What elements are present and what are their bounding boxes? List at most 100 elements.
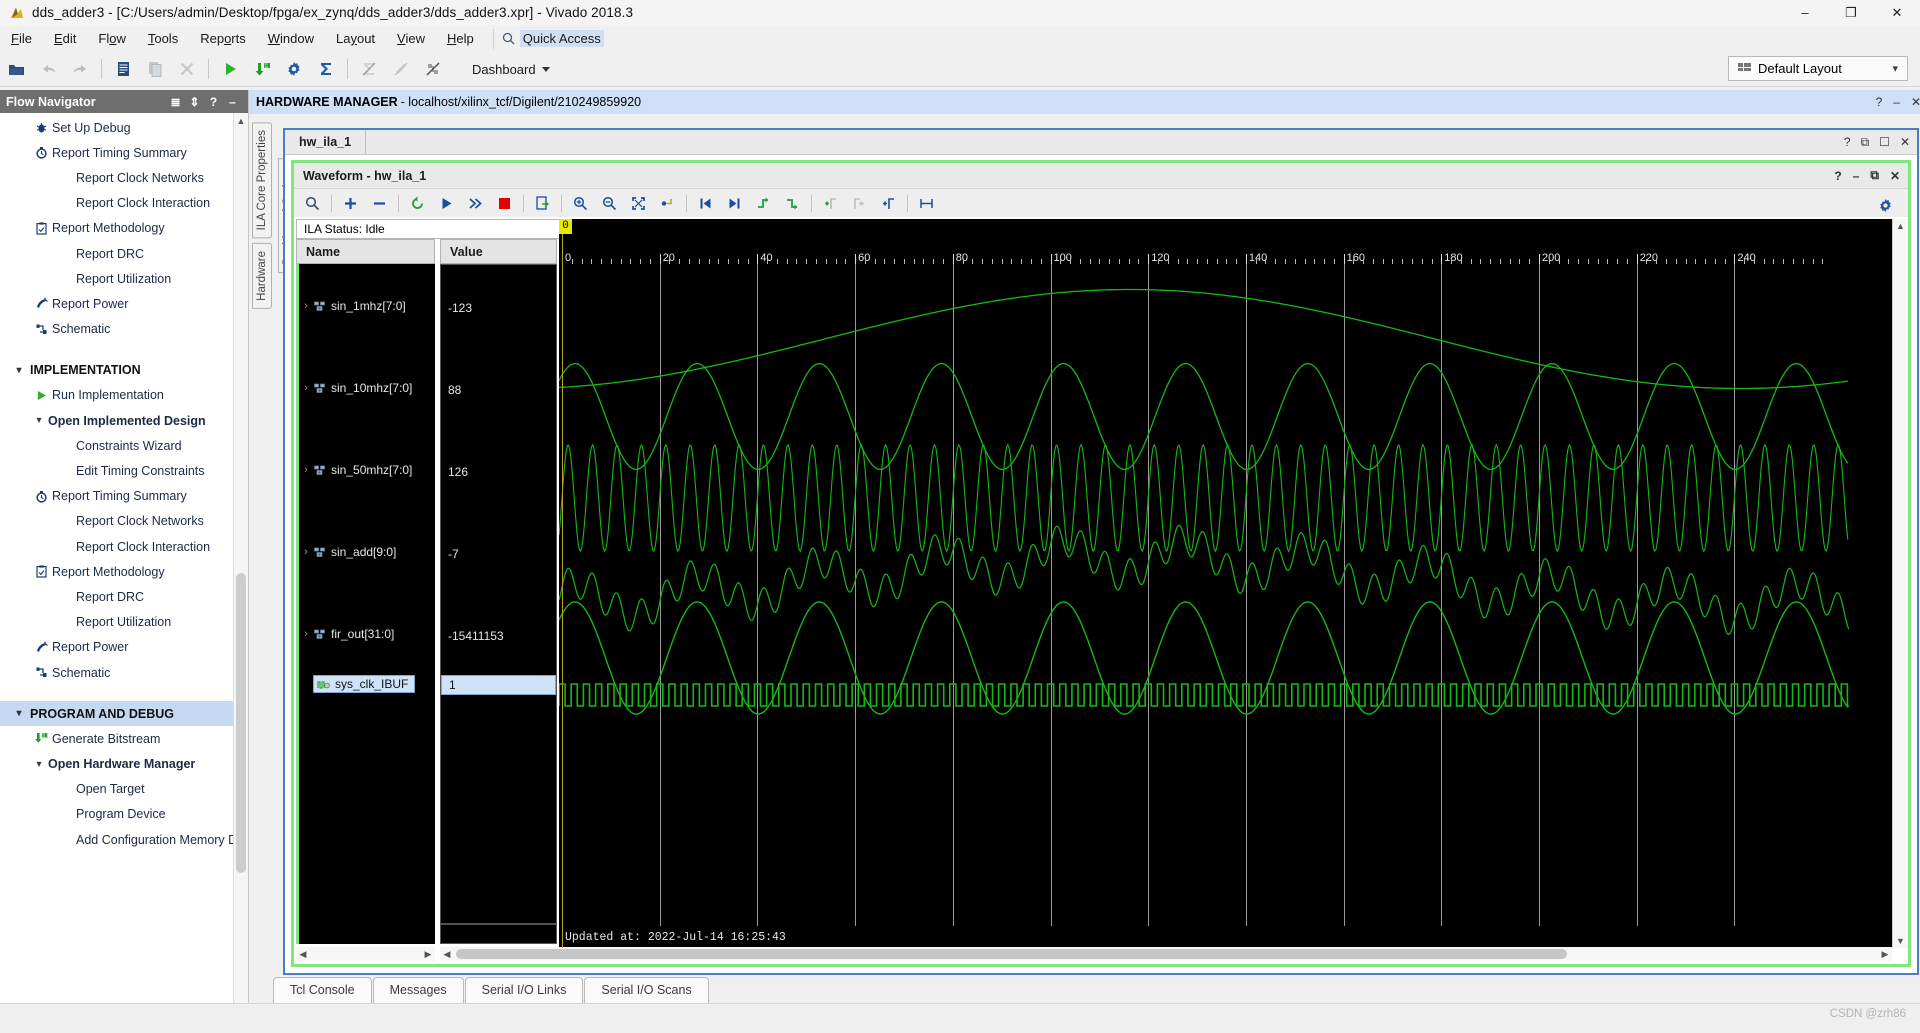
- quick-access-label[interactable]: Quick Access: [519, 30, 604, 47]
- generate-bitstream-icon[interactable]: 01 10: [247, 55, 277, 83]
- flow-nav-item-report-methodology[interactable]: Report Methodology: [0, 559, 248, 584]
- add-marker-up-icon[interactable]: [750, 191, 777, 215]
- restore-icon[interactable]: ⧉: [1870, 168, 1879, 183]
- minimize-button[interactable]: –: [1782, 0, 1828, 25]
- stop-icon[interactable]: [491, 191, 518, 215]
- waveform-hscrollbar[interactable]: ◀ ▶: [440, 947, 1892, 961]
- flow-nav-item-report-drc[interactable]: Report DRC: [0, 241, 248, 266]
- scroll-left-icon[interactable]: ◀: [440, 949, 454, 960]
- signal-row-sin_add90[interactable]: › sin_add[9:0]: [299, 542, 435, 562]
- minimize-icon[interactable]: –: [1853, 169, 1860, 183]
- no-timing-icon[interactable]: [354, 55, 384, 83]
- no-schematic-icon[interactable]: [418, 55, 448, 83]
- menu-file[interactable]: File: [0, 28, 43, 49]
- copy-icon[interactable]: [140, 55, 170, 83]
- side-tab-ila-core-properties[interactable]: ILA Core Properties: [252, 122, 272, 239]
- flow-nav-item-open-hardware-manager[interactable]: ▾ Open Hardware Manager: [0, 752, 248, 777]
- zoom-fit-icon[interactable]: [625, 191, 652, 215]
- undo-icon[interactable]: [33, 55, 63, 83]
- export-icon[interactable]: [529, 191, 556, 215]
- zoom-in-icon[interactable]: [567, 191, 594, 215]
- minimize-icon[interactable]: –: [223, 95, 242, 109]
- close-x-icon[interactable]: [172, 55, 202, 83]
- scroll-right-icon[interactable]: ▶: [421, 949, 435, 960]
- flow-nav-item-report-utilization[interactable]: Report Utilization: [0, 610, 248, 635]
- flow-nav-item-report-clock-interaction[interactable]: Report Clock Interaction: [0, 534, 248, 559]
- help-icon[interactable]: ?: [204, 95, 223, 109]
- scroll-thumb[interactable]: [456, 949, 1567, 959]
- bottom-tab-serial-i-o-scans[interactable]: Serial I/O Scans: [584, 977, 709, 1003]
- scroll-track[interactable]: [310, 949, 421, 959]
- scroll-up-icon[interactable]: ▲: [234, 113, 248, 128]
- flow-nav-item-add-configuration-memory-de[interactable]: Add Configuration Memory De: [0, 827, 248, 852]
- menu-help[interactable]: Help: [436, 28, 485, 49]
- refresh-icon[interactable]: [404, 191, 431, 215]
- flow-nav-item-edit-timing-constraints[interactable]: Edit Timing Constraints: [0, 458, 248, 483]
- add-marker-down-icon[interactable]: [779, 191, 806, 215]
- redo-icon[interactable]: [65, 55, 95, 83]
- no-route-icon[interactable]: [386, 55, 416, 83]
- help-icon[interactable]: ?: [1876, 95, 1883, 109]
- collapse-all-icon[interactable]: ≣: [166, 95, 185, 109]
- flow-nav-item-open-target[interactable]: Open Target: [0, 777, 248, 802]
- flow-navigator-scrollbar[interactable]: ▲ ▼: [233, 113, 248, 1033]
- expand-chevron-icon[interactable]: ›: [299, 300, 313, 312]
- menu-layout[interactable]: Layout: [325, 28, 386, 49]
- signal-row-fir_out310[interactable]: › fir_out[31:0]: [299, 624, 435, 644]
- bottom-tab-messages[interactable]: Messages: [372, 977, 464, 1003]
- close-icon[interactable]: ✕: [1911, 95, 1920, 109]
- flow-nav-item-report-clock-interaction[interactable]: Report Clock Interaction: [0, 191, 248, 216]
- goto-marker-icon[interactable]: [654, 191, 681, 215]
- flow-nav-item-constraints-wizard[interactable]: Constraints Wizard: [0, 433, 248, 458]
- column-header-value[interactable]: Value: [440, 239, 557, 264]
- expand-chevron-icon[interactable]: ›: [299, 382, 313, 394]
- flow-nav-item-report-timing-summary[interactable]: Report Timing Summary: [0, 140, 248, 165]
- flow-nav-item-open-implemented-design[interactable]: ▾ Open Implemented Design: [0, 408, 248, 433]
- flow-nav-item-report-drc[interactable]: Report DRC: [0, 584, 248, 609]
- search-icon[interactable]: [299, 191, 326, 215]
- run-trigger-immediate-icon[interactable]: [462, 191, 489, 215]
- scroll-down-icon[interactable]: ▼: [1893, 934, 1908, 948]
- scroll-left-icon[interactable]: ◀: [296, 949, 310, 960]
- flow-nav-item-schematic[interactable]: Schematic: [0, 660, 248, 685]
- close-button[interactable]: ✕: [1874, 0, 1920, 25]
- time-ruler[interactable]: 0 20 40 60 80 100 120 140 160 180 200 220 240: [559, 247, 1892, 264]
- menu-view[interactable]: View: [386, 28, 436, 49]
- maximize-button[interactable]: ❐: [1828, 0, 1874, 25]
- scroll-up-icon[interactable]: ▲: [1893, 219, 1908, 233]
- flow-nav-item-generate-bitstream[interactable]: 01 10 Generate Bitstream: [0, 726, 248, 751]
- add-probe-icon[interactable]: [337, 191, 364, 215]
- flow-nav-item-report-timing-summary[interactable]: Report Timing Summary: [0, 484, 248, 509]
- expand-chevron-icon[interactable]: ›: [299, 628, 313, 640]
- dashboard-button[interactable]: Dashboard: [463, 58, 559, 81]
- maximize-icon[interactable]: ☐: [1879, 135, 1890, 149]
- add-cursor-icon[interactable]: [817, 191, 844, 215]
- close-icon[interactable]: ✕: [1890, 169, 1900, 183]
- flow-nav-item-report-clock-networks[interactable]: Report Clock Networks: [0, 509, 248, 534]
- next-marker-icon[interactable]: [875, 191, 902, 215]
- run-icon[interactable]: [215, 55, 245, 83]
- quick-access[interactable]: Quick Access: [502, 30, 627, 53]
- bottom-tab-tcl-console[interactable]: Tcl Console: [273, 977, 372, 1003]
- zoom-out-icon[interactable]: [596, 191, 623, 215]
- menu-flow[interactable]: Flow: [87, 28, 136, 49]
- expand-chevron-icon[interactable]: ›: [299, 546, 313, 558]
- side-tab-hardware[interactable]: Hardware: [252, 243, 272, 310]
- signal-name-selected[interactable]: sys_clk_IBUF: [313, 675, 416, 693]
- name-panel-hscrollbar[interactable]: ◀ ▶: [296, 947, 435, 961]
- signal-row-sys_clk_ibuf[interactable]: sys_clk_IBUF: [299, 674, 435, 694]
- flow-nav-item-run-implementation[interactable]: Run Implementation: [0, 383, 248, 408]
- signal-row-sin_50mhz70[interactable]: › sin_50mhz[7:0]: [299, 460, 435, 480]
- gear-icon[interactable]: [1872, 193, 1899, 217]
- layout-selector[interactable]: Default Layout ▾: [1728, 56, 1908, 81]
- settings-gear-icon[interactable]: [279, 55, 309, 83]
- waveform-vscrollbar[interactable]: ▲ ▼: [1892, 219, 1908, 948]
- run-trigger-icon[interactable]: [433, 191, 460, 215]
- restore-icon[interactable]: ⧉: [1861, 135, 1870, 150]
- flow-nav-item-report-utilization[interactable]: Report Utilization: [0, 266, 248, 291]
- flow-nav-item-program-device[interactable]: Program Device: [0, 802, 248, 827]
- next-transition-icon[interactable]: [721, 191, 748, 215]
- column-header-name[interactable]: Name: [296, 239, 435, 264]
- signal-row-sin_10mhz70[interactable]: › sin_10mhz[7:0]: [299, 378, 435, 398]
- flow-nav-item-report-power[interactable]: Report Power: [0, 291, 248, 316]
